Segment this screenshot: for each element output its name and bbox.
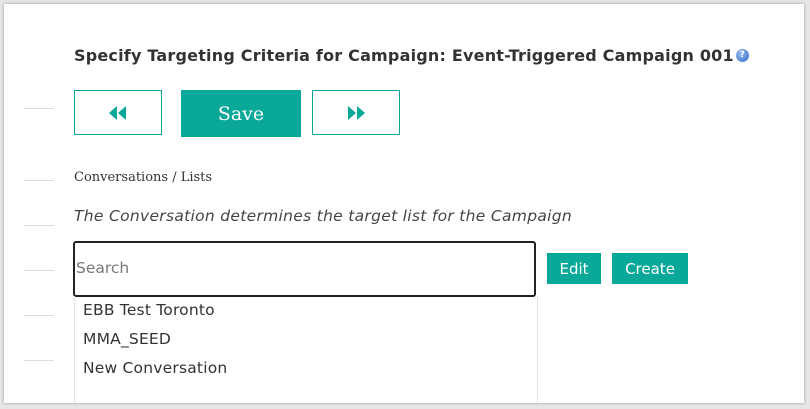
page-title: Specify Targeting Criteria for Campaign:… [74,46,749,65]
conversation-list: EBB Test Toronto MMA_SEED New Conversati… [74,296,538,403]
previous-step-button[interactable] [74,90,162,135]
row-divider [24,315,54,316]
double-left-arrow-icon [109,105,126,120]
save-button[interactable]: Save [181,90,301,137]
edit-button[interactable]: Edit [547,253,601,284]
create-button[interactable]: Create [612,253,688,284]
row-divider [24,225,54,226]
row-divider [24,108,54,109]
instruction-text: The Conversation determines the target l… [74,207,572,225]
row-divider [24,270,54,271]
next-step-button[interactable] [312,90,400,135]
list-item[interactable]: EBB Test Toronto [75,296,537,325]
row-divider [24,360,54,361]
double-right-arrow-icon [348,105,365,120]
search-input[interactable] [75,243,516,293]
breadcrumb: Conversations / Lists [74,170,213,185]
targeting-panel: Specify Targeting Criteria for Campaign:… [4,4,804,403]
help-icon[interactable]: ? [735,49,749,62]
list-item[interactable]: New Conversation [75,354,537,383]
row-divider [24,180,54,181]
conversation-search-box[interactable] [73,241,536,297]
page-title-text: Specify Targeting Criteria for Campaign:… [74,46,734,65]
list-item[interactable]: MMA_SEED [75,325,537,354]
